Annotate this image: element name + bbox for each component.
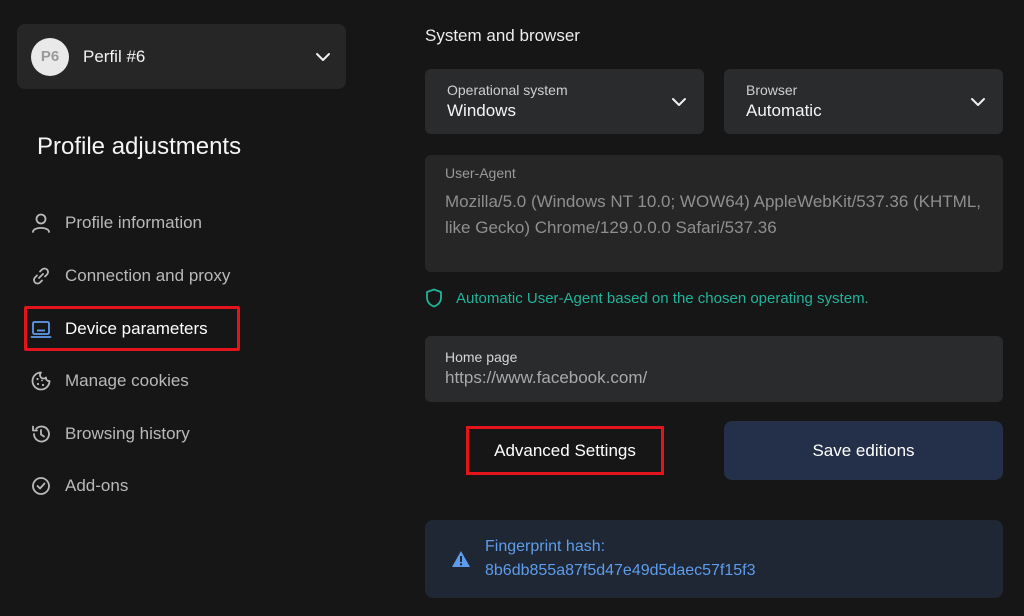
advanced-settings-button[interactable]: Advanced Settings [466, 426, 664, 475]
shield-icon [425, 288, 443, 308]
browser-dropdown-value: Automatic [746, 101, 822, 120]
sidebar-item-label: Browsing history [65, 424, 190, 443]
user-agent-hint: Automatic User-Agent based on the chosen… [425, 286, 869, 310]
save-editions-button[interactable]: Save editions [724, 421, 1003, 480]
user-agent-hint-text: Automatic User-Agent based on the chosen… [456, 289, 869, 307]
sidebar-item-label: Connection and proxy [65, 266, 231, 285]
profile-settings-screen: P6 Perfil #6 Profile adjustments Profile… [0, 0, 1024, 616]
home-page-label: Home page [445, 349, 518, 365]
chevron-down-icon [670, 93, 688, 111]
sidebar-item-add-ons[interactable]: Add-ons [30, 471, 128, 501]
section-title: Profile adjustments [37, 133, 242, 160]
sidebar-item-device-parameters[interactable]: Device parameters [30, 314, 208, 344]
fingerprint-title: Fingerprint hash: [485, 538, 606, 555]
user-agent-label: User-Agent [445, 165, 516, 181]
home-page-input[interactable] [445, 368, 983, 388]
sidebar-item-label: Manage cookies [65, 371, 189, 390]
sidebar-item-connection-proxy[interactable]: Connection and proxy [30, 261, 230, 291]
os-dropdown-label: Operational system [447, 82, 568, 98]
warning-icon [451, 550, 471, 568]
system-browser-title: System and browser [425, 26, 580, 45]
laptop-icon [30, 318, 52, 340]
home-page-field: Home page [425, 336, 1003, 402]
chevron-down-icon [969, 93, 987, 111]
sidebar-item-label: Add-ons [65, 476, 129, 495]
fingerprint-hash: 8b6db855a87f5d47e49d5daec57f15f3 [485, 562, 756, 579]
profile-selector[interactable]: P6 Perfil #6 [17, 24, 346, 89]
avatar: P6 [31, 37, 69, 76]
fingerprint-panel: Fingerprint hash: 8b6db855a87f5d47e49d5d… [425, 520, 1003, 598]
sidebar-item-label: Profile information [65, 213, 203, 232]
sidebar-item-browsing-history[interactable]: Browsing history [30, 419, 190, 449]
user-agent-value: Mozilla/5.0 (Windows NT 10.0; WOW64) App… [445, 192, 982, 237]
cookie-icon [30, 370, 52, 392]
link-icon [30, 265, 52, 287]
user-icon [30, 212, 52, 234]
sidebar-item-label: Device parameters [65, 319, 208, 338]
profile-name: Perfil #6 [83, 46, 146, 66]
browser-dropdown[interactable]: Browser Automatic [724, 69, 1003, 134]
sidebar-item-profile-information[interactable]: Profile information [30, 208, 202, 238]
user-agent-field: User-Agent Mozilla/5.0 (Windows NT 10.0;… [425, 155, 1003, 272]
os-dropdown[interactable]: Operational system Windows [425, 69, 704, 134]
check-circle-icon [30, 475, 52, 497]
chevron-down-icon [314, 48, 332, 66]
sidebar-item-manage-cookies[interactable]: Manage cookies [30, 366, 189, 396]
os-dropdown-value: Windows [447, 101, 516, 120]
history-icon [30, 423, 52, 445]
browser-dropdown-label: Browser [746, 82, 798, 98]
